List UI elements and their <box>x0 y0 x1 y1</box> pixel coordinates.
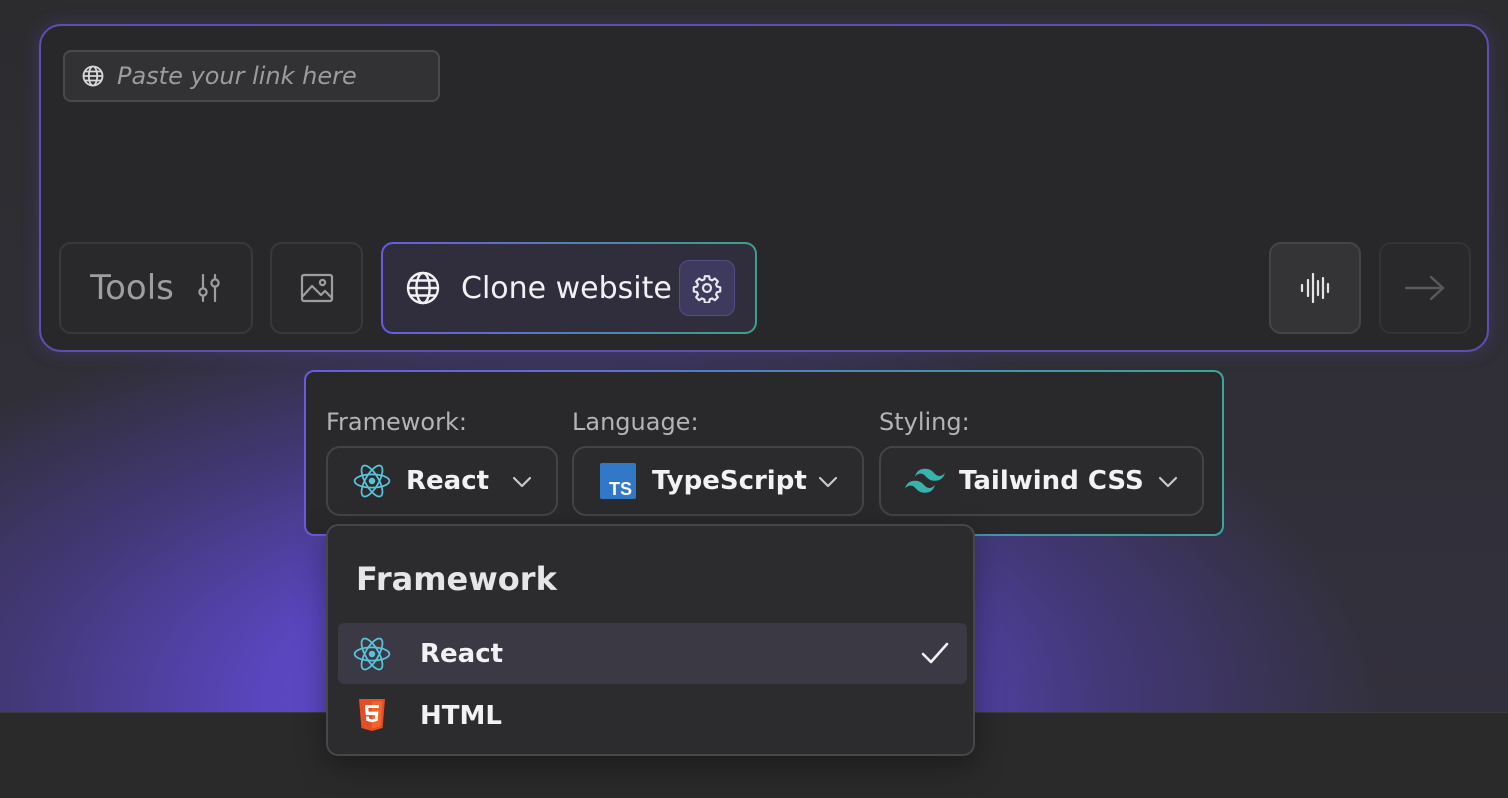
typescript-icon: TS <box>598 461 638 501</box>
send-button[interactable] <box>1379 242 1471 334</box>
html5-icon <box>352 696 392 736</box>
globe-icon <box>406 271 440 305</box>
dropdown-option-label: HTML <box>420 700 502 731</box>
dropdown-title: Framework <box>356 560 557 598</box>
clone-settings-button[interactable] <box>679 260 735 316</box>
globe-icon <box>82 65 104 87</box>
chevron-down-icon <box>818 476 838 488</box>
clone-website-label: Clone website <box>461 270 672 306</box>
tools-label: Tools <box>90 268 174 308</box>
gear-icon <box>692 275 722 303</box>
framework-select[interactable]: React <box>326 446 558 516</box>
react-icon <box>352 461 392 501</box>
typescript-badge-text: TS <box>609 479 632 499</box>
framework-dropdown: Framework React HTML <box>326 524 975 756</box>
language-label: Language: <box>572 408 699 436</box>
dropdown-option-label: React <box>420 638 504 669</box>
link-input[interactable] <box>117 62 417 90</box>
voice-input-button[interactable] <box>1269 242 1361 334</box>
language-select[interactable]: TS TypeScript <box>572 446 864 516</box>
tailwind-icon <box>905 461 945 501</box>
styling-value: Tailwind CSS <box>959 466 1144 496</box>
prompt-card: Tools Clone website <box>39 24 1489 352</box>
framework-value: React <box>406 466 490 496</box>
image-upload-button[interactable] <box>270 242 363 334</box>
chevron-down-icon <box>1158 476 1178 488</box>
styling-select[interactable]: Tailwind CSS <box>879 446 1204 516</box>
chevron-down-icon <box>512 476 532 488</box>
check-icon <box>921 642 949 664</box>
audio-waveform-icon <box>1300 272 1330 304</box>
dropdown-option-react[interactable]: React <box>338 623 967 684</box>
arrow-right-icon <box>1404 275 1445 301</box>
framework-label: Framework: <box>326 408 467 436</box>
language-value: TypeScript <box>652 466 807 496</box>
clone-website-button[interactable]: Clone website <box>381 242 757 334</box>
image-icon <box>300 273 333 303</box>
clone-settings-panel: Framework: Language: Styling: React TS T… <box>304 370 1224 536</box>
react-icon <box>352 634 392 674</box>
tools-button[interactable]: Tools <box>59 242 253 334</box>
dropdown-option-html[interactable]: HTML <box>338 685 967 746</box>
sliders-icon <box>198 273 220 303</box>
styling-label: Styling: <box>879 408 970 436</box>
link-input-box[interactable] <box>63 50 440 102</box>
